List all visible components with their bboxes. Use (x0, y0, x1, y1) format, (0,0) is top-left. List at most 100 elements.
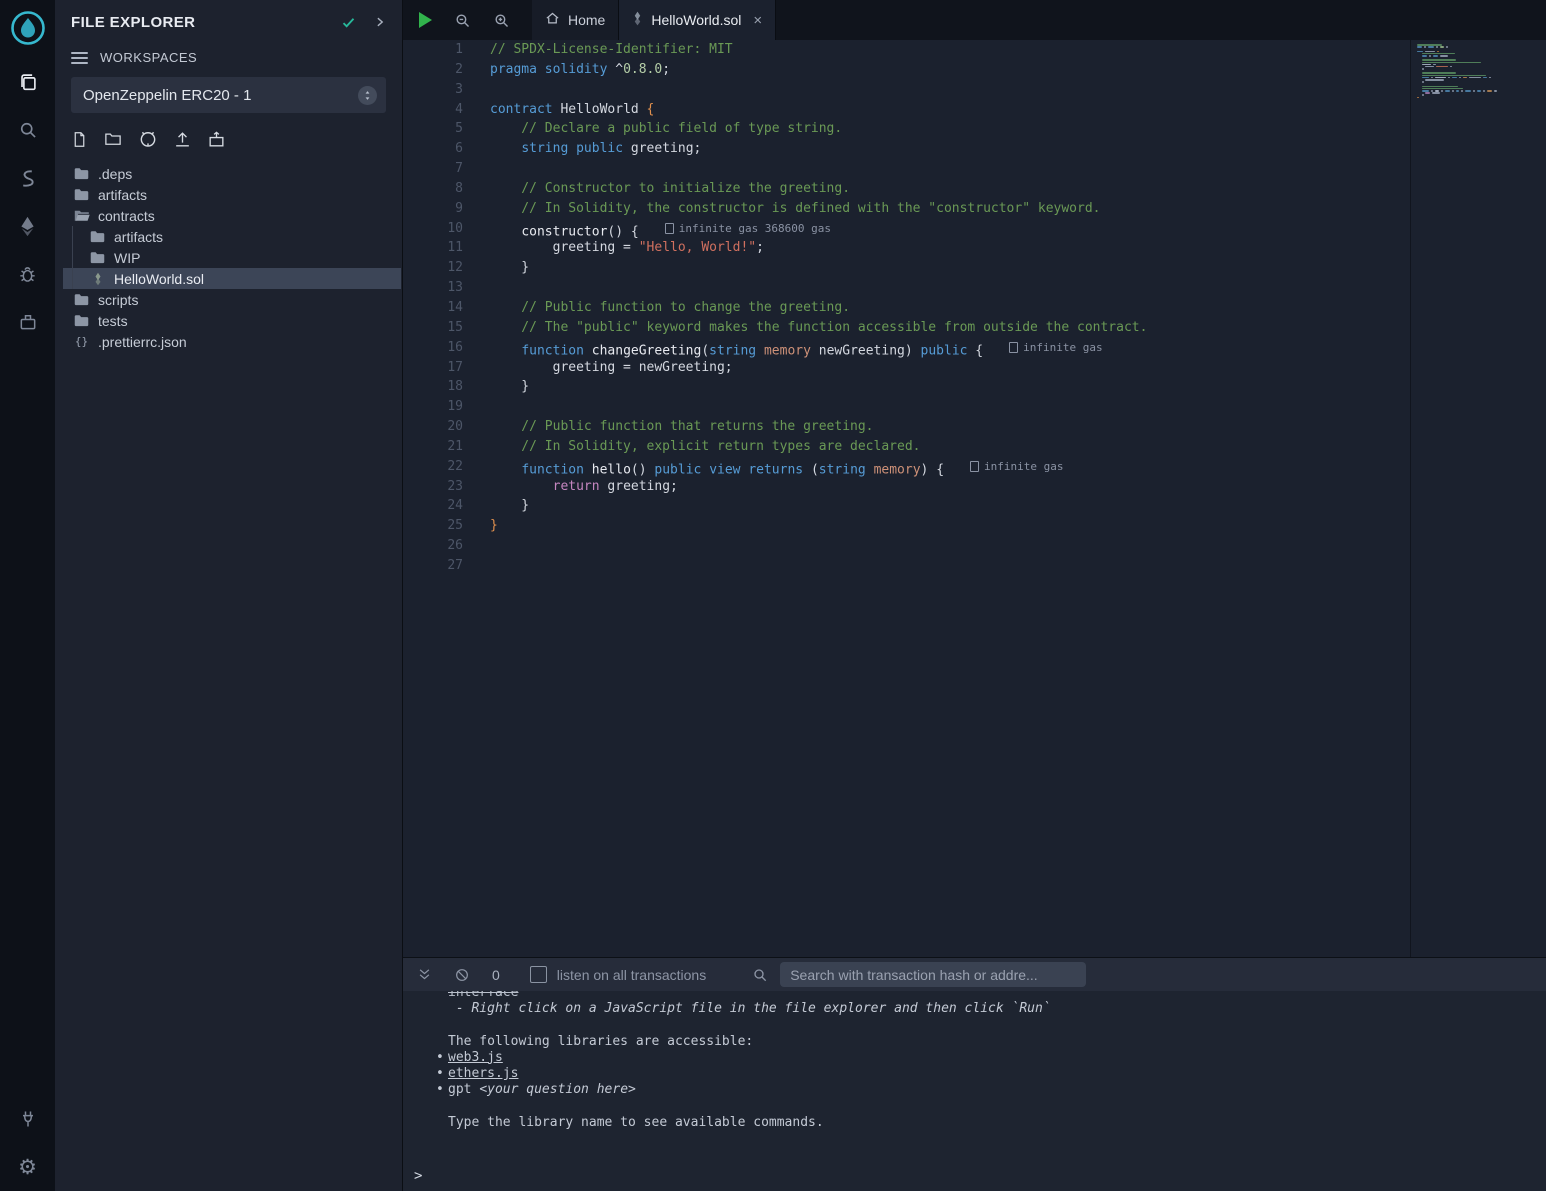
settings-gear-icon[interactable]: ⚙ (0, 1143, 55, 1191)
code-line-5[interactable]: // Declare a public field of type string… (490, 119, 1546, 139)
gas-estimate-badge: infinite gas (970, 457, 1063, 477)
code-line-23[interactable]: return greeting; (490, 477, 1546, 497)
listen-transactions-checkbox[interactable] (530, 966, 547, 983)
plug-icon[interactable] (0, 1095, 55, 1143)
code-line-3[interactable] (490, 80, 1546, 100)
gas-icon (1009, 342, 1018, 353)
restore-backup-icon[interactable] (207, 130, 226, 149)
terminal-link[interactable]: web3.js (448, 1050, 503, 1065)
clear-terminal-icon[interactable] (454, 967, 470, 983)
zoom-in-icon[interactable] (493, 12, 510, 29)
minimap[interactable] (1411, 40, 1546, 102)
activity-bar: ⚙ (0, 0, 55, 1191)
tree-item-artifacts[interactable]: artifacts (63, 226, 402, 247)
line-numbers[interactable]: 1234567891011121314151617181920212223242… (403, 40, 463, 957)
workspace-select[interactable]: OpenZeppelin ERC20 - 1 (71, 77, 386, 113)
tree-item-label: scripts (98, 292, 138, 308)
code-line-4[interactable]: contract HelloWorld { (490, 100, 1546, 120)
tree-item-label: .prettierrc.json (98, 334, 187, 350)
workspace-cycle-button[interactable] (358, 86, 377, 105)
tab-home[interactable]: Home (532, 0, 619, 40)
code-line-12[interactable]: } (490, 258, 1546, 278)
collapse-terminal-icon[interactable] (417, 967, 432, 982)
code-line-8[interactable]: // Constructor to initialize the greetin… (490, 179, 1546, 199)
tree-item-artifacts[interactable]: artifacts (63, 184, 402, 205)
terminal-toolbar: 0 listen on all transactions (403, 958, 1546, 991)
solidity-compiler-icon[interactable] (0, 154, 55, 202)
github-clone-icon[interactable] (138, 129, 158, 149)
tab-helloworld-sol[interactable]: HelloWorld.sol × (619, 0, 776, 40)
code-line-22[interactable]: function hello() public view returns (st… (490, 457, 1546, 477)
folder-icon (73, 293, 90, 306)
terminal-prompt: > (414, 1168, 422, 1184)
tree-item-label: HelloWorld.sol (114, 271, 204, 287)
chevron-right-icon[interactable] (373, 15, 386, 29)
gas-icon (665, 223, 674, 234)
code-line-21[interactable]: // In Solidity, explicit return types ar… (490, 437, 1546, 457)
tree-item-wip[interactable]: WIP (63, 247, 402, 268)
terminal-output[interactable]: interface - Right click on a JavaScript … (403, 991, 1546, 1163)
editor-tab-bar: Home HelloWorld.sol × (403, 0, 1546, 40)
plugin-manager-icon[interactable] (0, 298, 55, 346)
home-icon (545, 11, 560, 29)
terminal-line (448, 1017, 1546, 1033)
zoom-out-icon[interactable] (454, 12, 471, 29)
code-line-15[interactable]: // The "public" keyword makes the functi… (490, 318, 1546, 338)
code-line-24[interactable]: } (490, 496, 1546, 516)
code-line-7[interactable] (490, 159, 1546, 179)
code-line-27[interactable] (490, 556, 1546, 576)
code-line-13[interactable] (490, 278, 1546, 298)
terminal-line: interface (448, 991, 1546, 1001)
solidity-file-icon (632, 11, 643, 29)
code-lines[interactable]: // SPDX-License-Identifier: MITpragma so… (490, 40, 1546, 957)
terminal-line: The following libraries are accessible: (448, 1034, 1546, 1050)
gas-estimate-badge: infinite gas 368600 gas (665, 219, 831, 239)
close-tab-icon[interactable]: × (753, 13, 762, 28)
tree-item-scripts[interactable]: scripts (63, 289, 402, 310)
remix-ide: ⚙ FILE EXPLORER WORKSPACES OpenZeppelin … (0, 0, 1546, 1191)
code-line-9[interactable]: // In Solidity, the constructor is defin… (490, 199, 1546, 219)
code-line-6[interactable]: string public greeting; (490, 139, 1546, 159)
folder-icon (73, 314, 90, 327)
tree-item--deps[interactable]: .deps (63, 163, 402, 184)
transaction-count-badge: 0 (492, 967, 500, 983)
code-line-20[interactable]: // Public function that returns the gree… (490, 417, 1546, 437)
workspaces-menu-icon[interactable] (71, 52, 88, 64)
tree-item--prettierrc-json[interactable]: {}.prettierrc.json (63, 331, 402, 352)
new-file-icon[interactable] (71, 130, 88, 149)
deploy-and-run-icon[interactable] (0, 202, 55, 250)
terminal-input[interactable]: > (403, 1163, 1546, 1189)
listen-transactions-label[interactable]: listen on all transactions (557, 967, 706, 983)
code-line-14[interactable]: // Public function to change the greetin… (490, 298, 1546, 318)
check-icon[interactable] (340, 15, 357, 30)
terminal-search-icon (752, 967, 768, 983)
tree-item-contracts[interactable]: contracts (63, 205, 402, 226)
terminal-line (448, 1098, 1546, 1114)
new-folder-icon[interactable] (103, 130, 123, 148)
file-tree: .depsartifactscontractsartifactsWIPHello… (55, 163, 402, 352)
code-line-17[interactable]: greeting = newGreeting; (490, 358, 1546, 378)
tree-item-helloworld-sol[interactable]: HelloWorld.sol (63, 268, 401, 289)
code-line-10[interactable]: constructor() {infinite gas 368600 gas (490, 219, 1546, 239)
code-editor[interactable]: 1234567891011121314151617181920212223242… (403, 40, 1546, 957)
code-line-2[interactable]: pragma solidity ^0.8.0; (490, 60, 1546, 80)
terminal-search-input[interactable] (780, 962, 1086, 987)
tab-home-label: Home (568, 12, 605, 28)
tree-item-tests[interactable]: tests (63, 310, 402, 331)
upload-icon[interactable] (173, 130, 192, 149)
debugger-icon[interactable] (0, 250, 55, 298)
code-line-18[interactable]: } (490, 377, 1546, 397)
code-line-26[interactable] (490, 536, 1546, 556)
code-line-11[interactable]: greeting = "Hello, World!"; (490, 238, 1546, 258)
file-explorer-icon[interactable] (0, 58, 55, 106)
run-play-icon[interactable] (419, 12, 432, 28)
code-line-16[interactable]: function changeGreeting(string memory ne… (490, 338, 1546, 358)
folder-icon (73, 167, 90, 180)
terminal-link[interactable]: ethers.js (448, 1066, 518, 1081)
remix-logo-icon[interactable] (8, 8, 48, 48)
code-line-1[interactable]: // SPDX-License-Identifier: MIT (490, 40, 1546, 60)
code-line-25[interactable]: } (490, 516, 1546, 536)
code-line-19[interactable] (490, 397, 1546, 417)
search-icon[interactable] (0, 106, 55, 154)
folder-icon (89, 230, 106, 243)
